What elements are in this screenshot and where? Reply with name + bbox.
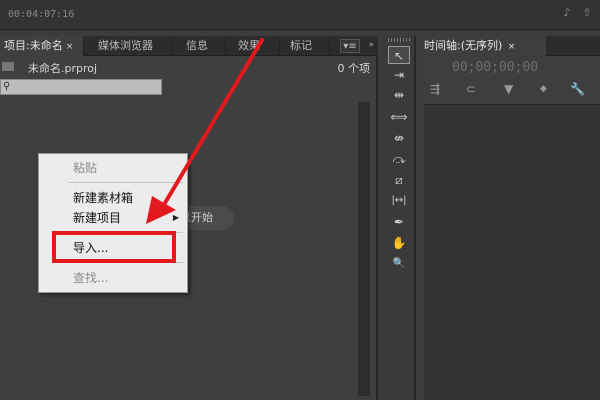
linked-selection-icon[interactable]: ⊂: [466, 82, 476, 96]
menu-separator: [69, 182, 183, 183]
timeline-title: 时间轴:(无序列): [424, 39, 503, 52]
rolling-edit-tool-icon[interactable]: ⟺: [388, 108, 410, 126]
panel-menu-icon[interactable]: ▾≡: [340, 39, 360, 53]
project-file-row: 未命名.prproj 0 个项: [0, 58, 378, 76]
timeline-track-area[interactable]: [424, 104, 600, 400]
wrench-icon[interactable]: 🔧: [570, 82, 585, 96]
project-file-name: 未命名.prproj: [28, 62, 98, 75]
tab-markers[interactable]: 标记: [282, 36, 330, 56]
selection-tool-icon[interactable]: ↖: [388, 46, 410, 64]
slip-tool-icon[interactable]: ⧄: [388, 171, 410, 189]
tab-project[interactable]: 项目:未命名 ×: [0, 36, 84, 56]
submenu-arrow-icon: ▶: [172, 213, 179, 222]
track-select-tool-icon[interactable]: ⇥: [388, 66, 410, 84]
item-count: 0 个项: [337, 62, 371, 75]
timeline-toolbar: ⇶ ⊂ ▼ ◆ 🔧: [430, 82, 595, 100]
ripple-edit-tool-icon[interactable]: ⇹: [388, 86, 410, 104]
top-monitor-strip: 00:04:07:16 ♪ ⇧: [0, 0, 600, 30]
panel-grip[interactable]: [388, 38, 410, 42]
slide-tool-icon[interactable]: |↔|: [388, 192, 410, 210]
project-scrollbar[interactable]: [358, 102, 370, 396]
export-icon[interactable]: ⇧: [580, 6, 594, 20]
close-icon[interactable]: ×: [508, 42, 516, 52]
context-menu: 粘贴 新建素材箱 新建项目 ▶ 导入... 查找...: [38, 153, 188, 293]
pen-tool-icon[interactable]: ✒: [388, 213, 410, 231]
menu-item-new-item[interactable]: 新建项目 ▶: [39, 208, 187, 228]
timeline-tab-label[interactable]: 时间轴:(无序列) ×: [424, 36, 515, 56]
search-icon: ⚲: [3, 81, 11, 92]
tab-info[interactable]: 信息: [174, 36, 226, 56]
folder-icon: [2, 62, 14, 71]
annotation-highlight-box: [52, 231, 176, 263]
close-icon[interactable]: ×: [66, 42, 74, 52]
zoom-tool-icon[interactable]: 🔍: [388, 255, 410, 273]
timeline-timecode[interactable]: 00;00;00;00: [452, 60, 538, 75]
marker-icon[interactable]: ◆: [540, 84, 547, 94]
rate-stretch-tool-icon[interactable]: ⇎: [388, 129, 410, 147]
menu-item-new-item-label: 新建项目: [73, 211, 122, 225]
tab-media-browser[interactable]: 媒体浏览器: [86, 36, 172, 56]
snap-icon[interactable]: ⇶: [430, 82, 440, 96]
premiere-window: 00:04:07:16 ♪ ⇧ 项目:未命名 × 媒体浏览器 信息 效果 标记 ▾…: [0, 0, 600, 400]
menu-item-find[interactable]: 查找...: [39, 268, 187, 288]
timeline-panel: 时间轴:(无序列) × 00;00;00;00 ⇶ ⊂ ▼ ◆ 🔧: [418, 36, 600, 400]
menu-item-paste[interactable]: 粘贴: [39, 158, 187, 178]
search-input[interactable]: ⚲: [0, 79, 162, 95]
monitor-timecode: 00:04:07:16: [8, 9, 75, 20]
audio-icon[interactable]: ♪: [560, 6, 574, 20]
razor-tool-icon[interactable]: ⤼: [388, 150, 410, 168]
project-panel-tabs: 项目:未命名 × 媒体浏览器 信息 效果 标记 ▾≡ »: [0, 36, 378, 56]
add-marker-icon[interactable]: ▼: [504, 82, 513, 96]
menu-item-new-bin[interactable]: 新建素材箱: [39, 188, 187, 208]
hand-tool-icon[interactable]: ✋: [388, 234, 410, 252]
tab-overflow-icon[interactable]: »: [368, 40, 374, 50]
tools-panel: ↖ ⇥ ⇹ ⟺ ⇎ ⤼ ⧄ |↔| ✒ ✋ 🔍: [382, 36, 416, 400]
tab-effects[interactable]: 效果: [228, 36, 280, 56]
tab-project-label: 项目:未命名: [4, 39, 63, 52]
